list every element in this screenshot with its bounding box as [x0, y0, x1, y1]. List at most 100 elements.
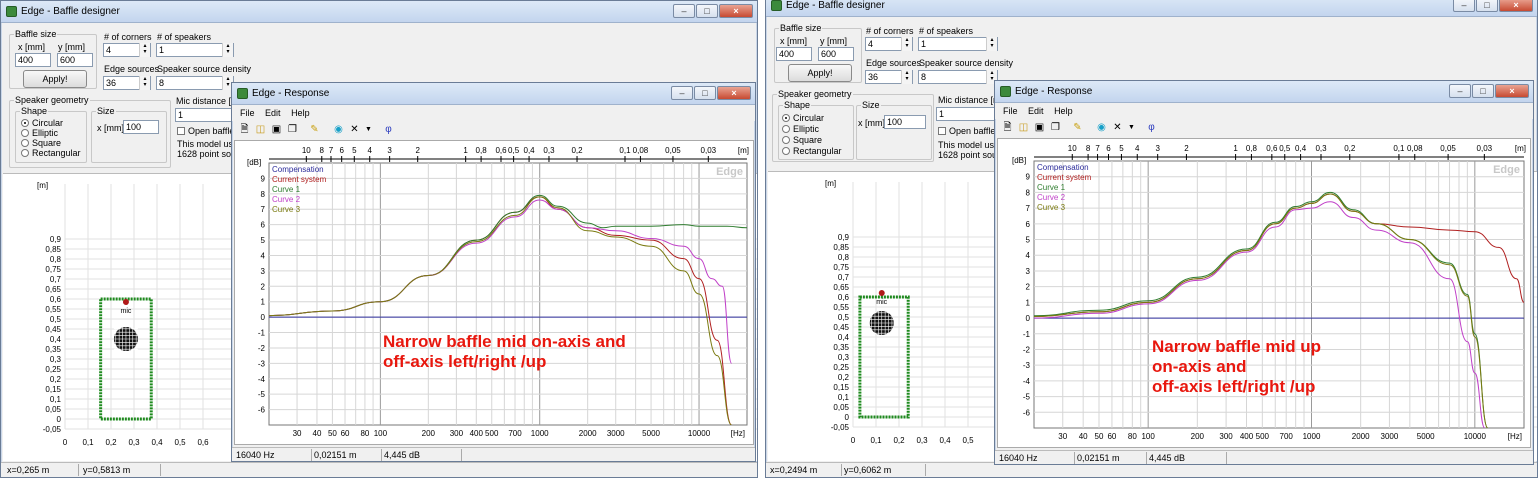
minimize-button[interactable]: – [671, 86, 693, 100]
x-axis-label: [Hz] [1508, 432, 1522, 441]
delete-icon[interactable]: ✕ [348, 123, 361, 136]
edge-sources-stepper[interactable]: 36 [865, 70, 913, 84]
open-folder-icon[interactable]: ◫ [1017, 121, 1030, 134]
save-icon[interactable]: ▣ [1033, 121, 1046, 134]
close-button[interactable]: × [1499, 0, 1533, 12]
corners-stepper[interactable]: 4 [865, 37, 913, 51]
menu-edit[interactable]: Edit [1028, 106, 1044, 116]
y-tick-label: 0,05 [45, 405, 61, 414]
menu-help[interactable]: Help [291, 108, 310, 118]
density-stepper[interactable]: 8 [156, 76, 234, 90]
menu-file[interactable]: File [1003, 106, 1018, 116]
annotation-text: Narrow baffle mid up on-axis and off-axi… [1152, 337, 1322, 396]
x-tick-label: 200 [1191, 432, 1205, 441]
minimize-button[interactable]: – [673, 4, 695, 18]
baffle-y-input[interactable]: 600 [57, 53, 93, 67]
copy-icon[interactable]: ❐ [1049, 121, 1062, 134]
minimize-button[interactable]: – [1453, 0, 1475, 12]
app-icon [237, 88, 248, 99]
edit-curve-icon[interactable]: ✎ [1071, 121, 1084, 134]
maximize-button[interactable]: □ [696, 4, 718, 18]
shape-square-radio[interactable]: Square [21, 138, 61, 148]
app-icon [1000, 86, 1011, 97]
top-tick-label: 0,2 [571, 146, 583, 155]
menu-bar: File Edit Help [232, 105, 755, 121]
response-title-bar: Edge - Response – □ × [995, 81, 1533, 103]
mic-marker [878, 290, 885, 296]
open-folder-icon[interactable]: ◫ [254, 123, 267, 136]
edit-curve-icon[interactable]: ✎ [308, 123, 321, 136]
status-bar: x=0,265 m y=0,5813 m [1, 462, 757, 477]
top-tick-label: 0,8 [476, 146, 488, 155]
y-tick-label: 0,05 [833, 403, 849, 412]
apply-button[interactable]: Apply! [23, 70, 87, 88]
x-tick-label: 0,6 [197, 438, 209, 447]
maximize-button[interactable]: □ [694, 86, 716, 100]
baffle-x-input[interactable]: 400 [15, 53, 51, 67]
close-button[interactable]: × [1495, 84, 1529, 98]
open-baffle-checkbox[interactable]: Open baffle [177, 126, 234, 136]
minimize-button[interactable]: – [1449, 84, 1471, 98]
baffle-x-input[interactable]: 400 [776, 47, 812, 61]
x-tick-label: 2000 [1352, 432, 1370, 441]
maximize-button[interactable]: □ [1472, 84, 1494, 98]
shape-square-radio[interactable]: Square [782, 135, 822, 145]
x-tick-label: 1000 [1303, 432, 1321, 441]
maximize-button[interactable]: □ [1476, 0, 1498, 12]
speakers-stepper[interactable]: 1 [918, 37, 998, 51]
y-tick-label: -1 [258, 329, 266, 338]
menu-edit[interactable]: Edit [265, 108, 281, 118]
new-file-icon[interactable]: 🗎 [1001, 121, 1014, 134]
model-note-1: This model use [177, 139, 239, 149]
shape-circular-radio[interactable]: Circular [21, 118, 63, 128]
x-tick-label: 0,1 [870, 436, 882, 445]
mic-label: mic [876, 299, 887, 306]
speakers-label: # of speakers [919, 26, 974, 36]
edge-sources-stepper[interactable]: 36 [103, 76, 151, 90]
y-tick-label: 0 [845, 413, 850, 422]
shape-rectangular-radio[interactable]: Rectangular [21, 148, 81, 158]
delete-icon[interactable]: ✕ [1111, 121, 1124, 134]
response-status-bar: 16040 Hz 0,02151 m 4,445 dB [232, 447, 755, 461]
y-tick-label: -5 [258, 390, 266, 399]
response-chart[interactable]: -6 -5 -4 -3 -2 -1 0 1 2 3 4 5 6 7 8 9 [dB] 30 40 50 60 80 100 2… [234, 140, 754, 445]
mic-distance-input[interactable]: 1 [936, 107, 996, 121]
shape-circular-radio[interactable]: Circular [782, 113, 824, 123]
copy-icon[interactable]: ❐ [286, 123, 299, 136]
close-button[interactable]: × [719, 4, 753, 18]
density-stepper[interactable]: 8 [918, 70, 998, 84]
size-x-input[interactable]: 100 [884, 115, 926, 129]
dropdown-icon[interactable]: ▼ [362, 123, 375, 136]
x-tick-label: 700 [1280, 432, 1294, 441]
x-tick-label: 0,5 [962, 436, 974, 445]
close-button[interactable]: × [717, 86, 751, 100]
legend-entry: Compensation [1037, 163, 1089, 172]
y-tick-label: 1 [1026, 298, 1031, 307]
response-chart[interactable]: -6 -5 -4 -3 -2 -1 0 1 2 3 4 5 6 7 8 9 [dB] 30 40 50 60 80 100 2… [997, 138, 1531, 448]
x-tick-label: 3000 [607, 429, 625, 438]
menu-help[interactable]: Help [1054, 106, 1073, 116]
y-tick-label: 0,4 [838, 333, 850, 342]
speakers-stepper[interactable]: 1 [156, 43, 234, 57]
shape-elliptic-radio[interactable]: Elliptic [21, 128, 58, 138]
phase-icon[interactable]: φ [1145, 121, 1158, 134]
x-tick-label: 0,1 [82, 438, 94, 447]
open-baffle-checkbox[interactable]: Open baffle [938, 126, 995, 136]
measure-icon[interactable]: ◉ [332, 123, 345, 136]
mic-distance-input[interactable]: 1 [175, 108, 235, 122]
measure-icon[interactable]: ◉ [1095, 121, 1108, 134]
dropdown-icon[interactable]: ▼ [1125, 121, 1138, 134]
y-tick-label: 0,2 [50, 375, 62, 384]
corners-stepper[interactable]: 4 [103, 43, 151, 57]
baffle-x-label: x [mm] [780, 36, 807, 46]
phase-icon[interactable]: φ [382, 123, 395, 136]
shape-elliptic-radio[interactable]: Elliptic [782, 124, 819, 134]
size-x-input[interactable]: 100 [123, 120, 159, 134]
shape-rectangular-radio[interactable]: Rectangular [782, 146, 842, 156]
menu-file[interactable]: File [240, 108, 255, 118]
apply-button[interactable]: Apply! [788, 64, 852, 82]
save-icon[interactable]: ▣ [270, 123, 283, 136]
new-file-icon[interactable]: 🗎 [238, 123, 251, 136]
baffle-y-input[interactable]: 600 [818, 47, 854, 61]
x-tick-label: 1000 [531, 429, 549, 438]
